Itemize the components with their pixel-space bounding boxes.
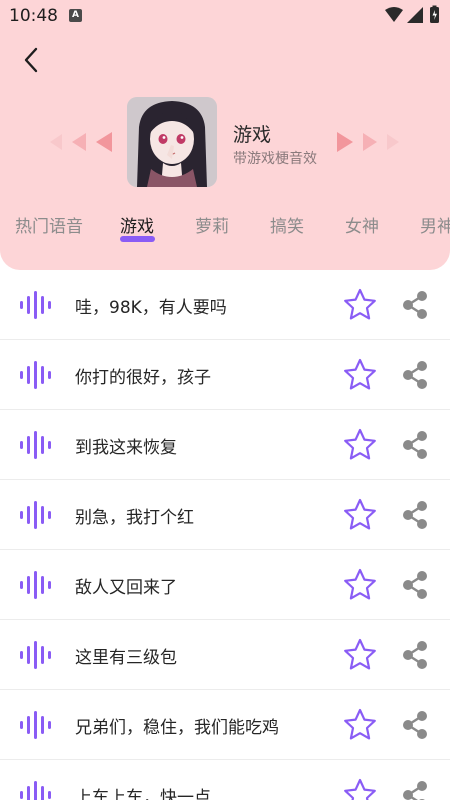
sound-title: 哇，98K，有人要吗 — [75, 298, 227, 318]
sound-item[interactable]: 敌人又回来了 — [0, 550, 450, 620]
favorite-star-icon[interactable] — [342, 777, 378, 800]
sound-wave-icon[interactable] — [19, 361, 51, 389]
sound-title: 敌人又回来了 — [75, 578, 177, 598]
sound-wave-icon[interactable] — [19, 501, 51, 529]
active-tab-indicator — [120, 236, 155, 242]
sound-title: 到我这来恢复 — [75, 438, 177, 458]
sound-title: 上车上车，快一点 — [75, 788, 211, 800]
notification-badge: A — [69, 9, 82, 22]
sound-wave-icon[interactable] — [19, 291, 51, 319]
sound-item[interactable]: 上车上车，快一点 — [0, 760, 450, 800]
sound-item[interactable]: 到我这来恢复 — [0, 410, 450, 480]
sound-title: 你打的很好，孩子 — [75, 368, 211, 388]
favorite-star-icon[interactable] — [342, 427, 378, 463]
category-tabs: 热门语音 游戏 萝莉 搞笑 女神 男神 — [0, 200, 450, 248]
category-title: 游戏 — [233, 124, 272, 146]
share-icon[interactable] — [399, 709, 431, 741]
sound-wave-icon[interactable] — [19, 641, 51, 669]
tab-goddess[interactable]: 女神 — [345, 212, 379, 237]
category-subtitle: 带游戏梗音效 — [233, 151, 317, 167]
header: 10:48 A 游戏 带游戏梗音效 热门语音 游戏 萝莉 搞笑 女神 男神 — [0, 0, 450, 270]
wifi-icon — [385, 7, 403, 22]
sound-item[interactable]: 你打的很好，孩子 — [0, 340, 450, 410]
sound-title: 这里有三级包 — [75, 648, 177, 668]
share-icon[interactable] — [399, 359, 431, 391]
favorite-star-icon[interactable] — [342, 637, 378, 673]
sound-item[interactable]: 哇，98K，有人要吗 — [0, 270, 450, 340]
sound-title: 兄弟们，稳住，我们能吃鸡 — [75, 718, 279, 738]
tab-male-god[interactable]: 男神 — [420, 212, 450, 237]
favorite-star-icon[interactable] — [342, 497, 378, 533]
favorite-star-icon[interactable] — [342, 357, 378, 393]
share-icon[interactable] — [399, 429, 431, 461]
favorite-star-icon[interactable] — [342, 707, 378, 743]
system-icons — [385, 5, 439, 23]
favorite-star-icon[interactable] — [342, 287, 378, 323]
favorite-star-icon[interactable] — [342, 567, 378, 603]
tab-funny[interactable]: 搞笑 — [270, 212, 304, 237]
sound-title: 别急，我打个红 — [75, 508, 194, 528]
tab-hot-voice[interactable]: 热门语音 — [15, 212, 83, 237]
back-arrow-icon[interactable] — [16, 44, 48, 76]
sound-item[interactable]: 别急，我打个红 — [0, 480, 450, 550]
share-icon[interactable] — [399, 499, 431, 531]
category-cover-image — [127, 97, 217, 187]
decor-arrows-left — [50, 132, 112, 152]
decor-arrows-right — [337, 132, 399, 152]
share-icon[interactable] — [399, 289, 431, 321]
sound-wave-icon[interactable] — [19, 711, 51, 739]
status-bar: 10:48 A — [0, 0, 450, 32]
share-icon[interactable] — [399, 639, 431, 671]
share-icon[interactable] — [399, 569, 431, 601]
sound-wave-icon[interactable] — [19, 571, 51, 599]
tab-loli[interactable]: 萝莉 — [195, 212, 229, 237]
sound-wave-icon[interactable] — [19, 781, 51, 800]
share-icon[interactable] — [399, 779, 431, 800]
sound-item[interactable]: 兄弟们，稳住，我们能吃鸡 — [0, 690, 450, 760]
sound-wave-icon[interactable] — [19, 431, 51, 459]
signal-icon — [407, 7, 423, 23]
status-time: 10:48 — [9, 6, 58, 26]
tab-game[interactable]: 游戏 — [120, 212, 154, 237]
sound-item[interactable]: 这里有三级包 — [0, 620, 450, 690]
